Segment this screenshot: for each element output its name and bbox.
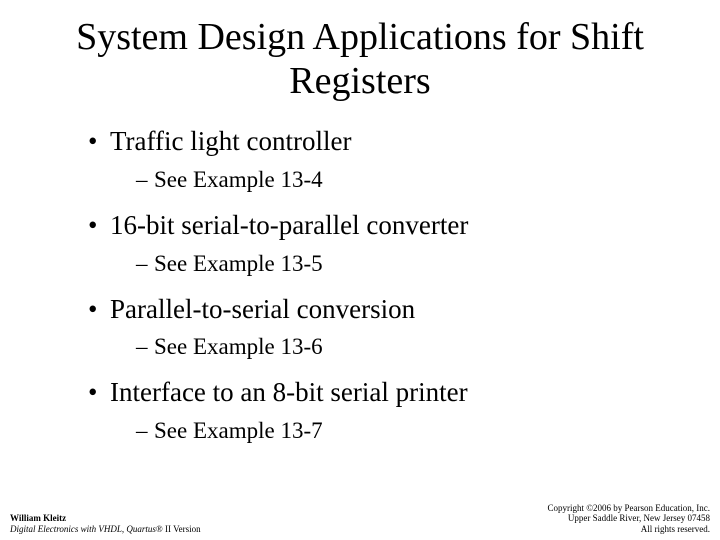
sub-bullet-list: See Example 13-5 <box>110 249 660 279</box>
slide-title: System Design Applications for Shift Reg… <box>60 16 660 103</box>
slide: System Design Applications for Shift Reg… <box>0 0 720 540</box>
footer-rights: All rights reserved. <box>547 524 710 534</box>
sub-bullet-item: See Example 13-5 <box>136 249 660 279</box>
sub-bullet-item: See Example 13-6 <box>136 332 660 362</box>
bullet-text: Interface to an 8-bit serial printer <box>110 377 468 407</box>
footer-right: Copyright ©2006 by Pearson Education, In… <box>547 503 710 534</box>
footer-book: Digital Electronics with VHDL, Quartus® … <box>10 524 201 534</box>
sub-bullet-text: See Example 13-7 <box>154 418 323 443</box>
sub-bullet-text: See Example 13-5 <box>154 251 323 276</box>
footer-copyright: Copyright ©2006 by Pearson Education, In… <box>547 503 710 513</box>
bullet-item: Traffic light controller See Example 13-… <box>88 125 660 195</box>
footer-address: Upper Saddle River, New Jersey 07458 <box>547 513 710 523</box>
bullet-item: Parallel-to-serial conversion See Exampl… <box>88 293 660 363</box>
sub-bullet-item: See Example 13-7 <box>136 416 660 446</box>
bullet-list: Traffic light controller See Example 13-… <box>88 125 660 446</box>
sub-bullet-list: See Example 13-6 <box>110 332 660 362</box>
bullet-text: 16-bit serial-to-parallel converter <box>110 210 468 240</box>
slide-body: Traffic light controller See Example 13-… <box>60 125 660 446</box>
footer-book-edition: ® II Version <box>156 524 201 534</box>
slide-footer: William Kleitz Digital Electronics with … <box>10 503 710 534</box>
bullet-item: 16-bit serial-to-parallel converter See … <box>88 209 660 279</box>
bullet-text: Traffic light controller <box>110 126 351 156</box>
footer-left: William Kleitz Digital Electronics with … <box>10 513 201 534</box>
footer-book-title: Digital Electronics with VHDL, Quartus <box>10 524 156 534</box>
sub-bullet-text: See Example 13-4 <box>154 167 323 192</box>
sub-bullet-list: See Example 13-7 <box>110 416 660 446</box>
bullet-text: Parallel-to-serial conversion <box>110 294 415 324</box>
sub-bullet-item: See Example 13-4 <box>136 165 660 195</box>
bullet-item: Interface to an 8-bit serial printer See… <box>88 376 660 446</box>
sub-bullet-text: See Example 13-6 <box>154 334 323 359</box>
footer-author: William Kleitz <box>10 513 201 523</box>
sub-bullet-list: See Example 13-4 <box>110 165 660 195</box>
